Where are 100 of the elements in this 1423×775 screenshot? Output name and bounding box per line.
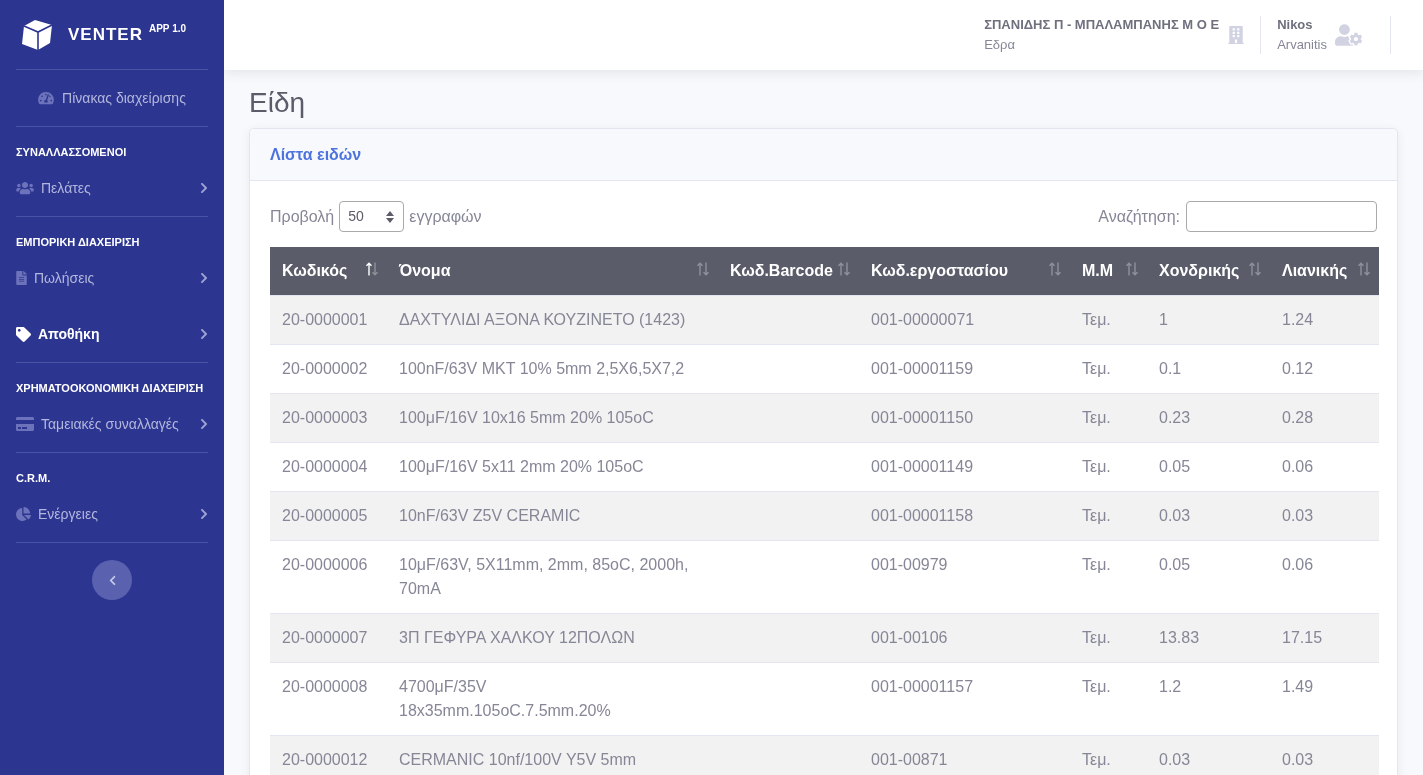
retail-price: 1.49 <box>1282 678 1314 695</box>
page-size-select[interactable]: 50 <box>339 201 405 232</box>
item-code: 20-0000004 <box>282 458 368 475</box>
document-icon <box>16 271 27 285</box>
factory-code: 001-00106 <box>871 629 948 646</box>
factory-code: 001-00000071 <box>871 311 975 328</box>
chevron-right-icon <box>200 418 208 430</box>
column-header[interactable]: Χονδρικής <box>1147 247 1270 295</box>
item-code: 20-0000002 <box>282 360 368 377</box>
dashboard-link[interactable]: Πίνακας διαχείρισης <box>16 70 208 127</box>
item-name: 100μF/16V 5x11 2mm 20% 105oC <box>399 458 644 475</box>
unit-of-measure: Τεμ. <box>1082 751 1111 768</box>
search-field[interactable] <box>1186 201 1377 232</box>
factory-code: 001-00001158 <box>871 507 974 524</box>
retail-price: 0.03 <box>1282 751 1314 768</box>
factory-code: 001-00001159 <box>871 360 974 377</box>
item-code: 20-0000001 <box>282 311 368 328</box>
building-icon <box>1228 26 1245 44</box>
unit-of-measure: Τεμ. <box>1082 409 1111 426</box>
unit-of-measure: Τεμ. <box>1082 629 1111 646</box>
unit-of-measure: Τεμ. <box>1082 360 1111 377</box>
retail-price: 0.06 <box>1282 458 1314 475</box>
column-header[interactable]: Λιανικής <box>1270 247 1379 295</box>
factory-code: 001-00001149 <box>871 458 974 475</box>
chevron-left-icon <box>108 574 116 586</box>
collapse-sidebar-button[interactable] <box>92 560 132 600</box>
tag-icon <box>16 326 31 342</box>
unit-of-measure: Τεμ. <box>1082 311 1111 328</box>
item-code: 20-0000012 <box>282 751 368 768</box>
section-heading: ΣΥΝΑΛΛΑΣΣΟΜΕΝΟΙ <box>16 145 128 160</box>
unit-of-measure: Τεμ. <box>1082 556 1111 573</box>
branch-name: Εδρα <box>984 36 1016 54</box>
item-code: 20-0000006 <box>282 556 368 573</box>
item-code: 20-0000003 <box>282 409 368 426</box>
credit-card-icon <box>16 416 34 432</box>
retail-price: 0.28 <box>1282 409 1314 426</box>
factory-code: 001-00001157 <box>871 678 974 695</box>
section-heading: ΕΜΠΟΡΙΚΗ ΔΙΑΧΕΙΡΙΣΗ <box>16 235 141 250</box>
unit-of-measure: Τεμ. <box>1082 507 1111 524</box>
users-icon <box>16 181 34 195</box>
wholesale-price: 0.1 <box>1159 360 1182 377</box>
app-version: APP 1.0 <box>148 21 187 36</box>
factory-code: 001-00979 <box>871 556 948 573</box>
wholesale-price: 13.83 <box>1159 629 1200 646</box>
item-name: CERMANIC 10nf/100V Y5V 5mm <box>399 751 637 768</box>
item-name: 100nF/63V MKT 10% 5mm 2,5X6,5X7,2 <box>399 360 685 377</box>
company-name: ΣΠΑΝΙΔΗΣ Π - ΜΠΑΛΑΜΠΑΝΗΣ Μ Ο Ε <box>984 16 1220 34</box>
item-name: 100μF/16V 10x16 5mm 20% 105oC <box>399 409 654 426</box>
factory-code: 001-00001150 <box>871 409 974 426</box>
brand-name: VENTER <box>68 24 143 45</box>
retail-price: 0.12 <box>1282 360 1314 377</box>
pie-chart-icon <box>16 507 31 521</box>
sidebar-link[interactable]: Αποθήκη <box>16 306 208 362</box>
wholesale-price: 0.05 <box>1159 458 1191 475</box>
unit-of-measure: Τεμ. <box>1082 458 1111 475</box>
sidebar-link[interactable]: Ταμειακές συναλλαγές <box>16 396 208 452</box>
unit-of-measure: Τεμ. <box>1082 678 1111 695</box>
user-gear-icon <box>1335 24 1362 46</box>
item-name: ΔΑΧΤΥΛΙΔΙ ΑΞΟΝΑ ΚΟΥΖΙΝΕΤΟ (1423) <box>399 311 686 328</box>
section-heading: ΧΡΗΜΑΤΟΟΚΟΝΟΜΙΚΗ ΔΙΑΧΕΙΡΙΣΗ <box>16 381 205 396</box>
cube-logo-icon <box>21 18 53 51</box>
chevron-right-icon <box>200 272 208 284</box>
user-first-name: Nikos <box>1277 16 1314 34</box>
wholesale-price: 0.05 <box>1159 556 1191 573</box>
wholesale-price: 0.03 <box>1159 507 1191 524</box>
wholesale-price: 0.03 <box>1159 751 1191 768</box>
chevron-right-icon <box>200 508 208 520</box>
retail-price: 0.06 <box>1282 556 1314 573</box>
chevron-right-icon <box>200 328 208 340</box>
section-heading: C.R.M. <box>16 471 52 486</box>
wholesale-price: 1.2 <box>1159 678 1182 695</box>
retail-price: 17.15 <box>1282 629 1323 646</box>
column-header[interactable]: Κωδ.εργοστασίου <box>859 247 1070 295</box>
gauge-icon <box>38 91 55 105</box>
factory-code: 001-00871 <box>871 751 948 768</box>
item-name: 3Π ΓΕΦΥΡΑ ΧΑΛΚΟΥ 12ΠΟΛΩΝ <box>399 629 635 646</box>
wholesale-price: 1 <box>1159 311 1168 328</box>
column-header[interactable]: Όνομα <box>387 247 718 295</box>
page-title: Είδη <box>249 86 307 120</box>
item-name: 4700μF/35V 18x35mm.105oC.7.5mm.20% <box>399 678 611 719</box>
retail-price: 0.03 <box>1282 507 1314 524</box>
retail-price: 1.24 <box>1282 311 1314 328</box>
card-title: Λίστα ειδών <box>270 144 362 165</box>
sidebar-link[interactable]: Πελάτες <box>16 160 208 216</box>
item-name: 10μF/63V, 5X11mm, 2mm, 85oC, 2000h, 70mA <box>399 556 689 597</box>
search-label: Αναζήτηση: <box>1098 206 1180 227</box>
sidebar-link[interactable]: Πωλήσεις <box>16 250 208 306</box>
column-header[interactable]: Μ.Μ <box>1070 247 1147 295</box>
show-label: Προβολή <box>270 206 335 227</box>
item-code: 20-0000007 <box>282 629 368 646</box>
item-name: 10nF/63V Z5V CERAMIC <box>399 507 581 524</box>
wholesale-price: 0.23 <box>1159 409 1191 426</box>
sidebar-link[interactable]: Ενέργειες <box>16 486 208 542</box>
item-code: 20-0000005 <box>282 507 368 524</box>
chevron-right-icon <box>200 182 208 194</box>
column-header[interactable]: Κωδ.Barcode <box>718 247 859 295</box>
up-down-caret-icon <box>386 210 395 223</box>
item-code: 20-0000008 <box>282 678 368 695</box>
column-header[interactable]: Κωδικός <box>270 247 387 295</box>
user-last-name: Arvanitis <box>1277 36 1327 54</box>
